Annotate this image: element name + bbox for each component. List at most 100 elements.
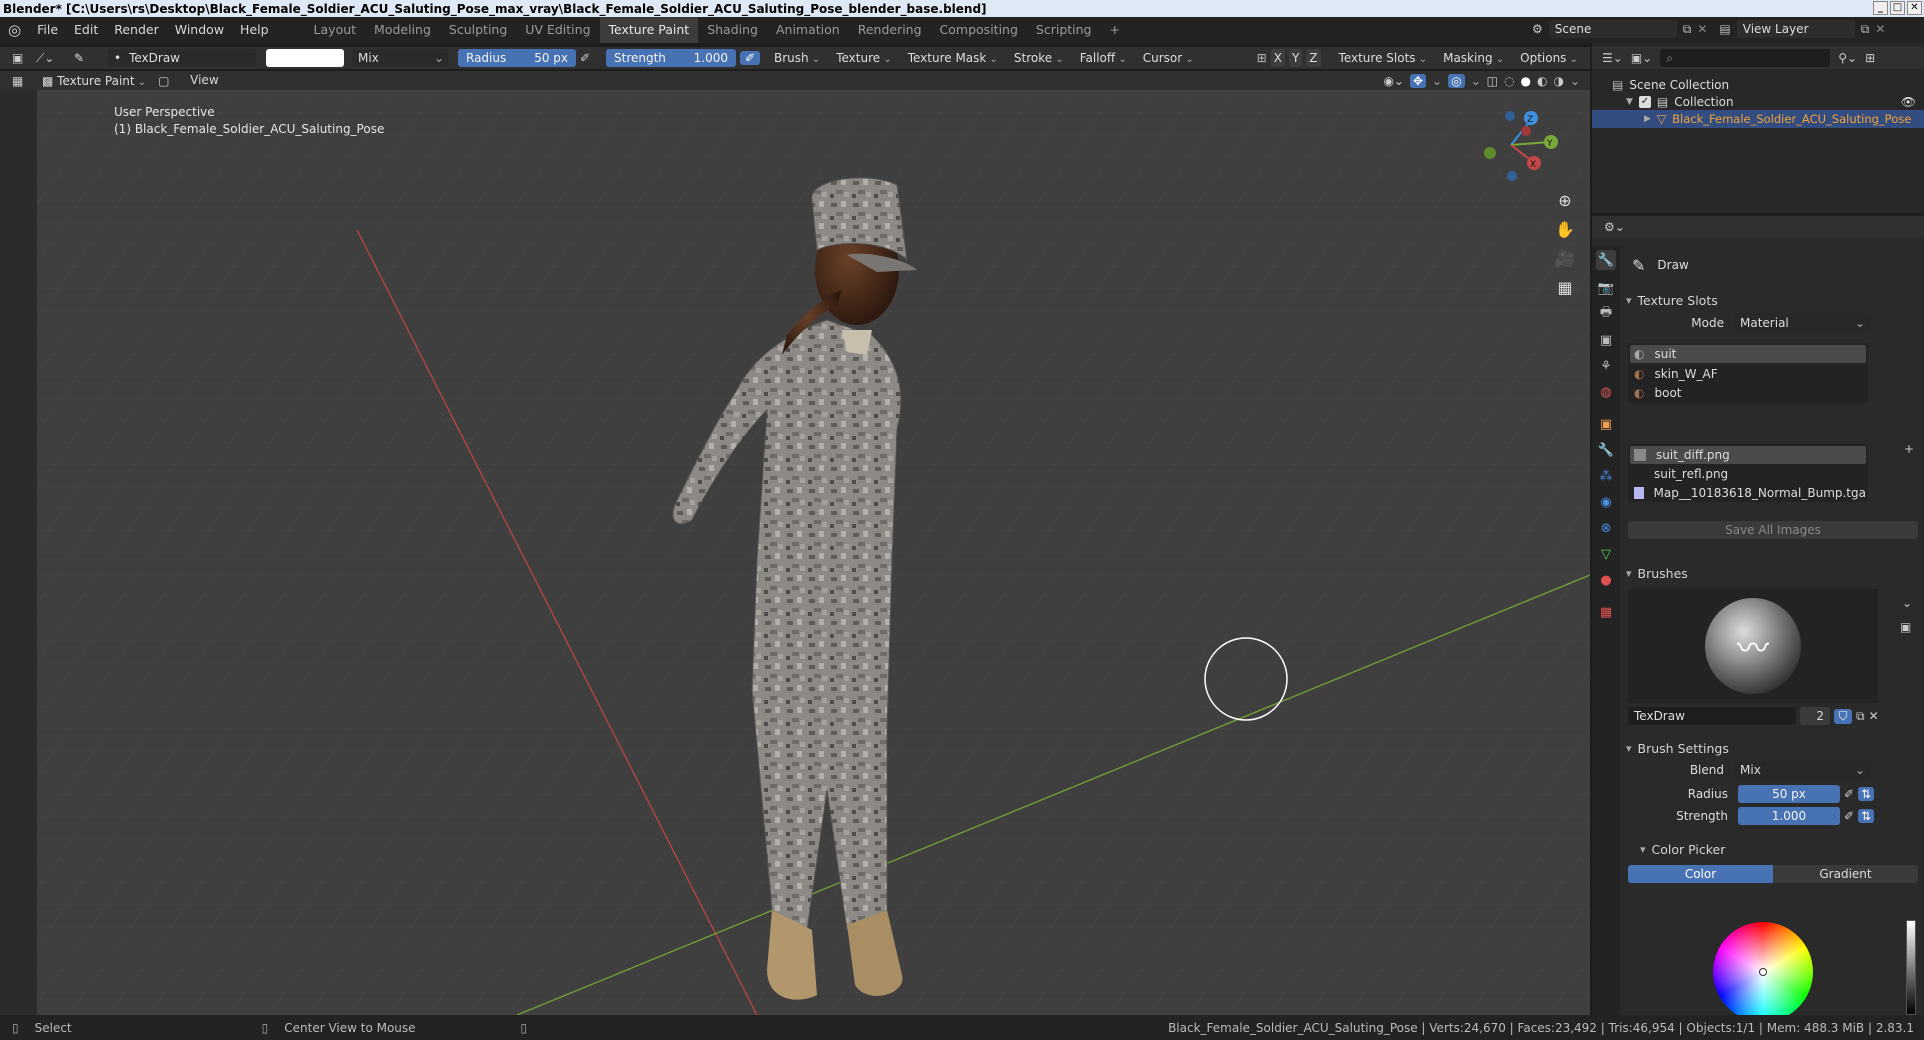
radius-pressure-icon[interactable]: ✐ bbox=[580, 51, 598, 65]
outliner-collection[interactable]: ▼ ✓ ▤ Collection 👁 bbox=[1626, 93, 1916, 111]
delete-scene-icon[interactable]: ✕ bbox=[1697, 22, 1707, 36]
tab-compositing[interactable]: Compositing bbox=[931, 17, 1027, 43]
zoom-icon[interactable]: ⊕ bbox=[1553, 188, 1577, 212]
tab-gradient[interactable]: Gradient bbox=[1773, 865, 1918, 883]
modifier-tab-icon[interactable]: 🔧 bbox=[1596, 440, 1616, 460]
menu-stroke[interactable]: Stroke bbox=[1008, 48, 1070, 68]
constraints-tab-icon[interactable]: ⊗ bbox=[1596, 518, 1616, 538]
3d-viewport[interactable]: Z Y X User Perspective (1) Black_Female_… bbox=[37, 90, 1590, 1015]
shading-material-icon[interactable]: ◐ bbox=[1537, 74, 1547, 88]
particles-tab-icon[interactable]: ⁂ bbox=[1596, 466, 1616, 486]
menu-render[interactable]: Render bbox=[106, 17, 167, 43]
menu-help[interactable]: Help bbox=[232, 17, 277, 43]
scene-selector[interactable]: Scene bbox=[1548, 20, 1677, 38]
shading-solid-icon[interactable]: ● bbox=[1520, 74, 1530, 88]
add-image-icon[interactable]: + bbox=[1904, 442, 1914, 456]
maximize-button[interactable]: □ bbox=[1890, 1, 1905, 15]
mode-dropdown[interactable]: ▩ Texture Paint bbox=[38, 71, 152, 91]
tool-tab-icon[interactable]: 🔧 bbox=[1596, 250, 1616, 270]
radius-pressure-icon[interactable]: ✐ bbox=[1844, 787, 1854, 801]
gizmo-toggle-icon[interactable]: ✥ bbox=[1409, 73, 1427, 88]
brush-name-field[interactable]: TexDraw bbox=[1628, 707, 1796, 725]
image-item-suit-refl[interactable]: suit_refl.png bbox=[1630, 465, 1866, 483]
menu-texture-slots[interactable]: Texture Slots bbox=[1333, 48, 1434, 68]
checkbox-icon[interactable]: ✓ bbox=[1638, 96, 1651, 108]
radius-slider[interactable]: 50 px bbox=[1738, 785, 1840, 803]
symmetry-icon[interactable]: ⊞ bbox=[1257, 51, 1267, 65]
tool-icon[interactable]: ⟋⌄ bbox=[36, 51, 70, 66]
render-tab-icon[interactable]: 📷 bbox=[1596, 278, 1616, 298]
output-tab-icon[interactable]: 🖶 bbox=[1596, 304, 1616, 324]
strength-pressure-icon[interactable]: ✐ bbox=[740, 51, 760, 65]
radius-unit-icon[interactable]: ⇅ bbox=[1858, 787, 1875, 801]
tab-modeling[interactable]: Modeling bbox=[365, 17, 440, 43]
tab-animation[interactable]: Animation bbox=[767, 17, 849, 43]
material-item-boot[interactable]: ◐ boot bbox=[1630, 384, 1866, 402]
view-layer-tab-icon[interactable]: ▣ bbox=[1596, 330, 1616, 350]
add-workspace-icon[interactable]: + bbox=[1101, 17, 1129, 43]
color-swatch[interactable] bbox=[266, 49, 344, 67]
unlink-brush-icon[interactable]: ✕ bbox=[1869, 709, 1879, 723]
properties-editor-icon[interactable]: ⚙⌄ bbox=[1604, 220, 1625, 234]
eye-icon[interactable]: 👁 bbox=[1901, 95, 1916, 109]
tab-rendering[interactable]: Rendering bbox=[849, 17, 931, 43]
menu-texture[interactable]: Texture bbox=[830, 48, 898, 68]
expand-arrow-icon[interactable]: ▶ bbox=[1644, 114, 1651, 124]
material-tab-icon[interactable]: ● bbox=[1596, 570, 1616, 590]
outliner-search-input[interactable]: ⌕ bbox=[1660, 49, 1831, 67]
menu-brush[interactable]: Brush bbox=[768, 48, 826, 68]
strength-slider[interactable]: Strength 1.000 bbox=[606, 49, 736, 67]
editor-type-icon[interactable]: ▣ bbox=[12, 51, 32, 65]
mirror-y-toggle[interactable]: Y bbox=[1288, 49, 1303, 67]
mirror-x-toggle[interactable]: X bbox=[1270, 49, 1285, 67]
view-layer-selector[interactable]: View Layer bbox=[1736, 20, 1855, 38]
image-item-normal-bump[interactable]: Map__10183618_Normal_Bump.tga bbox=[1630, 484, 1866, 502]
pan-hand-icon[interactable]: ✋ bbox=[1553, 217, 1577, 241]
texture-slots-panel-header[interactable]: Texture Slots bbox=[1626, 289, 1918, 311]
brush-name-field[interactable]: • TexDraw bbox=[108, 49, 256, 67]
world-tab-icon[interactable]: ◍ bbox=[1596, 382, 1616, 402]
viewport-editor-icon[interactable]: ▦ bbox=[12, 74, 32, 88]
mirror-z-toggle[interactable]: Z bbox=[1306, 49, 1321, 67]
tab-color[interactable]: Color bbox=[1628, 865, 1773, 883]
scene-tab-icon[interactable]: ⚘ bbox=[1596, 356, 1616, 376]
outliner-object-row[interactable]: ▶ ▽ Black_Female_Soldier_ACU_Saluting_Pose… bbox=[1592, 110, 1924, 128]
tab-uv-editing[interactable]: UV Editing bbox=[516, 17, 599, 43]
menu-view[interactable]: View bbox=[182, 71, 226, 90]
blend-mode-dropdown[interactable]: Mix ⌄ bbox=[352, 49, 448, 67]
filter-icon[interactable]: ⚲⌄ bbox=[1838, 51, 1857, 65]
material-item-suit[interactable]: ◐ suit bbox=[1630, 345, 1866, 363]
image-item-suit-diff[interactable]: suit_diff.png bbox=[1630, 446, 1866, 464]
mode-dropdown[interactable]: Material ⌄ bbox=[1734, 314, 1869, 332]
new-collection-icon[interactable]: ⊞ bbox=[1865, 51, 1875, 65]
shading-wireframe-icon[interactable]: ◌ bbox=[1504, 74, 1514, 88]
camera-icon[interactable]: 🎥 bbox=[1553, 246, 1577, 270]
tab-texture-paint[interactable]: Texture Paint bbox=[599, 17, 699, 43]
tab-shading[interactable]: Shading bbox=[698, 17, 767, 43]
menu-falloff[interactable]: Falloff bbox=[1074, 48, 1133, 68]
brush-settings-panel-header[interactable]: Brush Settings bbox=[1626, 737, 1918, 759]
overlay-toggle-icon[interactable]: ◎ bbox=[1448, 73, 1465, 88]
expand-arrow-icon[interactable]: ▼ bbox=[1626, 97, 1633, 107]
texture-tab-icon[interactable]: ▦ bbox=[1596, 602, 1616, 622]
view-layer-icon[interactable]: ▤ bbox=[1719, 22, 1730, 36]
tab-scripting[interactable]: Scripting bbox=[1027, 17, 1101, 43]
data-tab-icon[interactable]: ▽ bbox=[1596, 544, 1616, 564]
shading-rendered-icon[interactable]: ◑ bbox=[1553, 74, 1563, 88]
new-scene-icon[interactable]: ⧉ bbox=[1683, 22, 1692, 37]
brush-preview[interactable]: 〰 bbox=[1628, 589, 1878, 703]
tab-layout[interactable]: Layout bbox=[305, 17, 366, 43]
layer-icon[interactable]: ▢ bbox=[158, 74, 176, 88]
brush-browse-icon[interactable]: ⌄ bbox=[1902, 596, 1912, 610]
value-slider[interactable] bbox=[1906, 920, 1916, 1015]
color-picker-panel-header[interactable]: Color Picker bbox=[1640, 838, 1924, 860]
strength-pressure-toggle-icon[interactable]: ⇅ bbox=[1858, 809, 1875, 823]
minimize-button[interactable]: _ bbox=[1873, 1, 1888, 15]
menu-file[interactable]: File bbox=[29, 17, 66, 43]
material-item-skin[interactable]: ◐ skin_W_AF bbox=[1630, 365, 1866, 383]
brush-image-icon[interactable]: ▣ bbox=[1900, 620, 1911, 634]
radius-slider[interactable]: Radius 50 px bbox=[458, 49, 576, 67]
fake-user-icon[interactable]: ⛉ bbox=[1834, 708, 1852, 724]
blender-logo-icon[interactable]: ◎ bbox=[0, 17, 29, 43]
scene-icon[interactable]: ⚙ bbox=[1532, 22, 1543, 36]
